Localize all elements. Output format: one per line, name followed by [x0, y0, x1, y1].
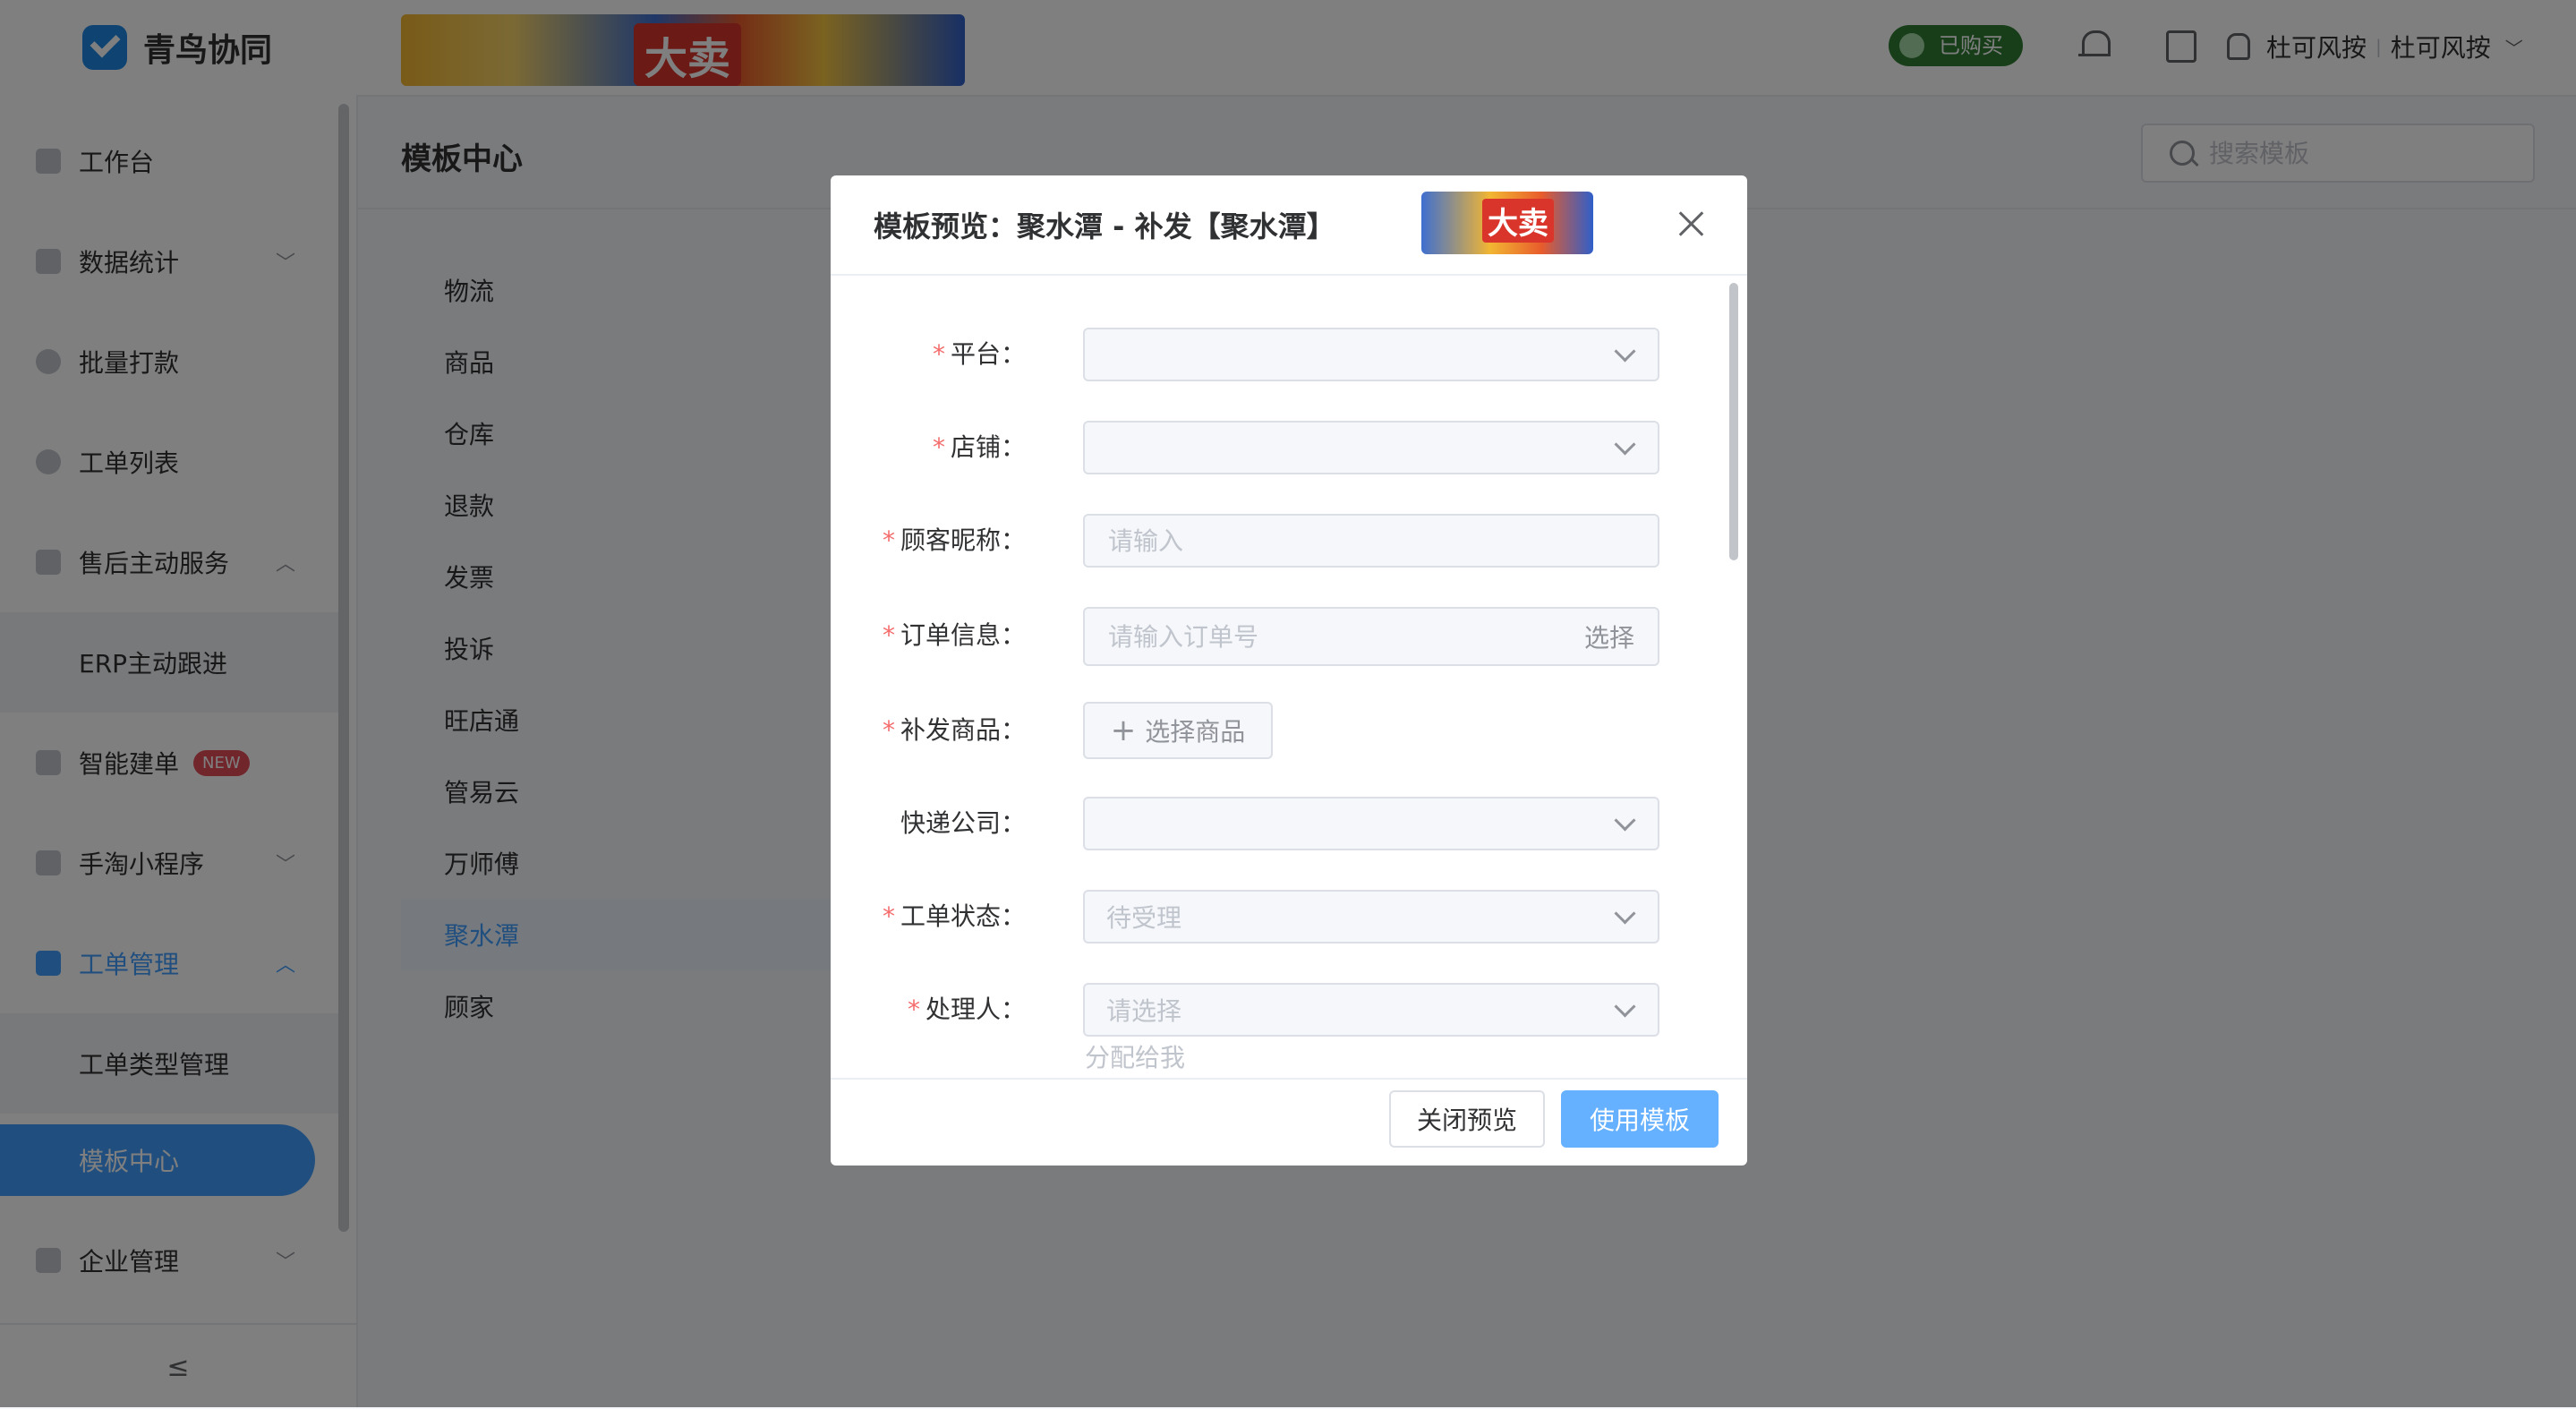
- dialog-banner-text: 大卖: [1482, 199, 1554, 243]
- form-row-platform: * 平台：: [831, 326, 1726, 383]
- dialog-promo-banner[interactable]: 大卖: [1421, 192, 1593, 254]
- use-template-button[interactable]: 使用模板: [1561, 1090, 1719, 1148]
- required-mark: *: [882, 525, 895, 555]
- platform-label: * 平台：: [831, 326, 1026, 383]
- field-label: 订单信息：: [900, 620, 1026, 650]
- field-label: 店铺：: [950, 432, 1026, 462]
- required-mark: *: [907, 995, 920, 1024]
- form-row-shop: * 店铺：: [831, 419, 1726, 476]
- field-label: 补发商品：: [900, 715, 1026, 745]
- dialog-footer: 关闭预览 使用模板: [831, 1080, 1747, 1166]
- nickname-field[interactable]: [1083, 514, 1659, 568]
- courier-label: 快递公司：: [831, 795, 1026, 852]
- status-label: * 工单状态：: [831, 888, 1026, 945]
- nickname-label: * 顾客昵称：: [831, 512, 1026, 569]
- choose-goods-button[interactable]: + 选择商品: [1083, 702, 1273, 759]
- order-label: * 订单信息：: [831, 607, 1026, 664]
- order-select-link[interactable]: 选择: [1584, 619, 1634, 654]
- form-row-courier: 快递公司：: [831, 795, 1726, 852]
- form-row-handler: * 处理人： 请选择: [831, 981, 1726, 1038]
- template-preview-dialog: 模板预览：聚水潭 - 补发【聚水潭】 大卖 *平台： *店铺： *顾客昵称： *…: [831, 175, 1747, 1166]
- shop-select[interactable]: [1083, 421, 1659, 474]
- dialog-header: 模板预览：聚水潭 - 补发【聚水潭】 大卖: [831, 175, 1747, 272]
- close-icon[interactable]: [1674, 206, 1710, 242]
- platform-select[interactable]: [1083, 328, 1659, 381]
- field-label: 处理人：: [925, 995, 1026, 1024]
- field-label: 快递公司：: [900, 808, 1026, 838]
- form-row-order: *订单信息： 选择: [831, 607, 1726, 666]
- plus-icon: +: [1110, 713, 1137, 748]
- choose-goods-label: 选择商品: [1145, 717, 1246, 747]
- required-mark: *: [882, 620, 895, 650]
- form-row-status: * 工单状态： 待受理: [831, 888, 1726, 945]
- courier-select[interactable]: [1083, 797, 1659, 850]
- order-field[interactable]: 选择: [1083, 607, 1659, 666]
- chevron-down-icon: [1614, 902, 1636, 925]
- chevron-down-icon: [1614, 995, 1636, 1018]
- dialog-form: *平台： *店铺： *顾客昵称： *订单信息： 选择 *补发商品： +选择商品: [831, 274, 1747, 1080]
- form-row-reissue-goods: * 补发商品： + 选择商品: [831, 702, 1726, 759]
- shop-label: * 店铺：: [831, 419, 1026, 476]
- dialog-title: 模板预览：聚水潭 - 补发【聚水潭】: [874, 209, 1335, 243]
- required-mark: *: [932, 339, 945, 369]
- order-number-input[interactable]: [1106, 620, 1557, 653]
- field-label: 工单状态：: [900, 901, 1026, 931]
- form-row-nickname: * 顾客昵称：: [831, 512, 1726, 569]
- nickname-input[interactable]: [1106, 525, 1557, 557]
- chevron-down-icon: [1614, 340, 1636, 363]
- required-mark: *: [932, 432, 945, 462]
- assign-to-me-link[interactable]: 分配给我: [1085, 1038, 1185, 1074]
- required-mark: *: [882, 715, 895, 745]
- goods-label: * 补发商品：: [831, 702, 1026, 759]
- handler-label: * 处理人：: [831, 981, 1026, 1038]
- field-label: 顾客昵称：: [900, 525, 1026, 555]
- select-value: 待受理: [1106, 903, 1182, 933]
- close-preview-button[interactable]: 关闭预览: [1389, 1090, 1545, 1148]
- chevron-down-icon: [1614, 433, 1636, 456]
- handler-select[interactable]: 请选择: [1083, 983, 1659, 1037]
- chevron-down-icon: [1614, 809, 1636, 832]
- dialog-scrollbar[interactable]: [1729, 283, 1738, 560]
- field-label: 平台：: [950, 339, 1026, 369]
- select-value: 请选择: [1106, 996, 1182, 1026]
- required-mark: *: [882, 901, 895, 931]
- status-select[interactable]: 待受理: [1083, 890, 1659, 944]
